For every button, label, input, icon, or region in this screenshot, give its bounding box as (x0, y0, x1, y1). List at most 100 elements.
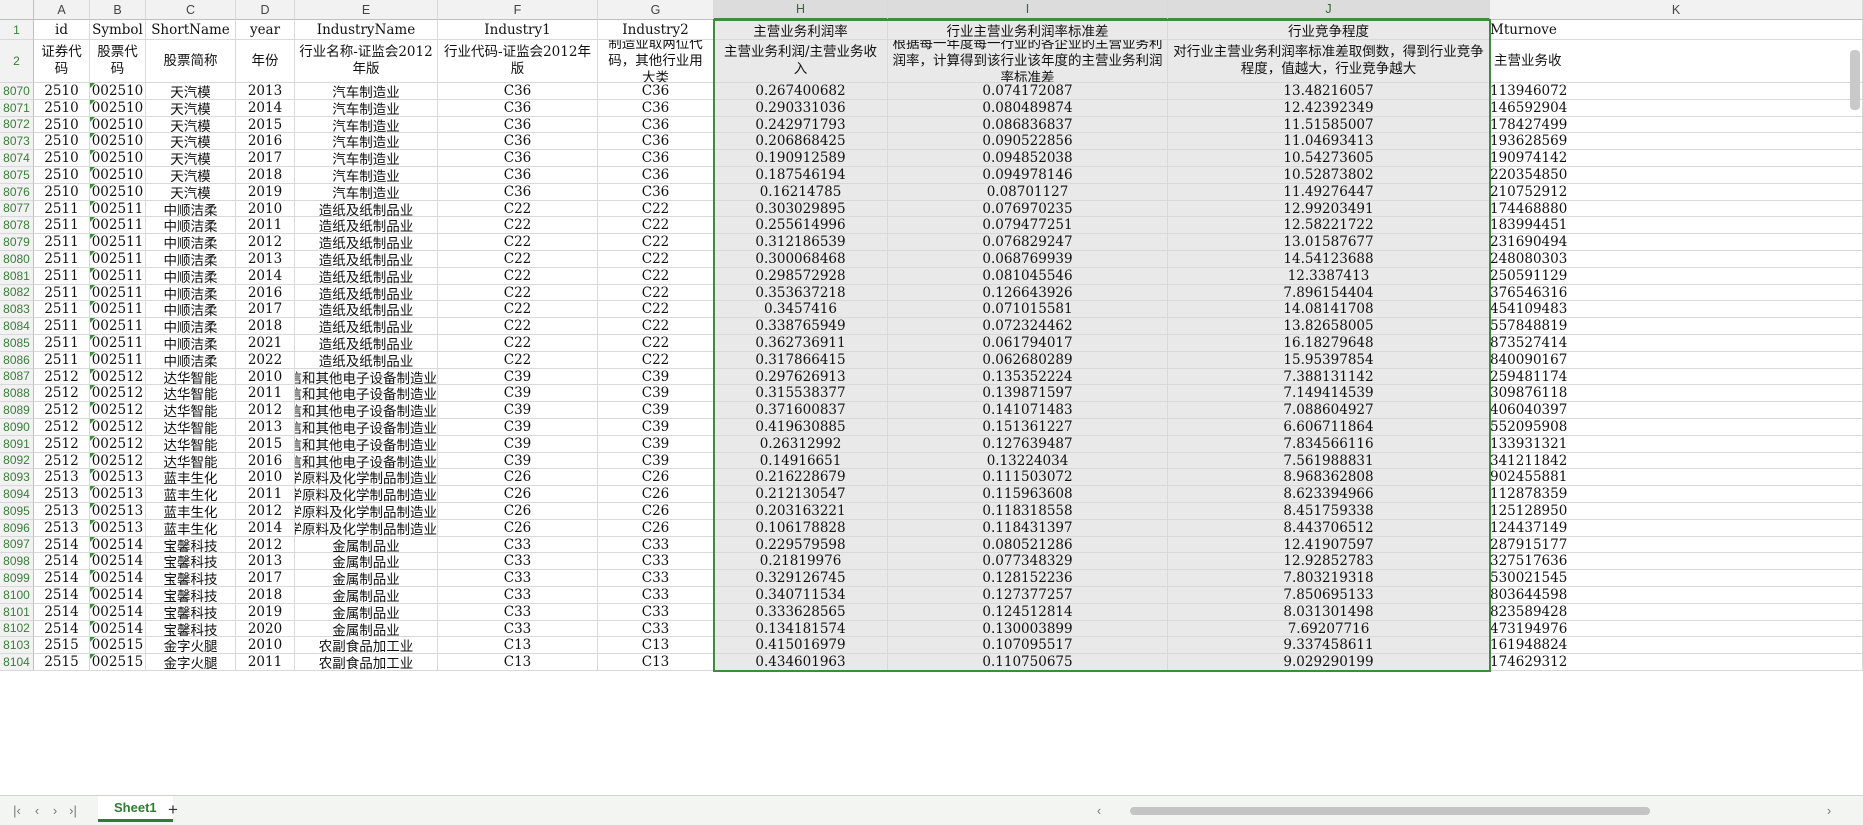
data-cell-h[interactable]: 0.190912589 (714, 150, 888, 167)
field-description-cell[interactable]: 股票代码 (90, 40, 146, 83)
data-cell-e[interactable]: 造纸及纸制品业 (295, 234, 438, 251)
data-cell-b[interactable]: 002514 (90, 536, 146, 554)
data-cell-k[interactable]: 287915177 (1490, 536, 1863, 554)
data-cell-i[interactable]: 0.118318558 (888, 503, 1168, 520)
data-cell-h[interactable]: 0.300068468 (714, 251, 888, 268)
data-cell-i[interactable]: 0.107095517 (888, 637, 1168, 655)
data-cell-i[interactable]: 0.068769939 (888, 251, 1168, 268)
data-cell-k[interactable]: 174468880 (1490, 200, 1863, 218)
data-cell-j[interactable]: 16.18279648 (1168, 335, 1490, 352)
data-cell-h[interactable]: 0.312186539 (714, 234, 888, 251)
data-cell-a[interactable]: 2511 (34, 217, 90, 235)
data-cell-d[interactable]: 2012 (236, 503, 295, 520)
field-name-cell[interactable]: 行业主营业务利润率标准差 (888, 20, 1168, 40)
data-cell-c[interactable]: 天汽模 (146, 99, 236, 117)
data-cell-g[interactable]: C39 (598, 435, 714, 453)
data-cell-b[interactable]: 002511 (90, 267, 146, 285)
row-header[interactable]: 8090 (0, 419, 34, 436)
data-cell-d[interactable]: 2018 (236, 167, 295, 184)
data-cell-b[interactable]: 002514 (90, 587, 146, 604)
data-cell-c[interactable]: 达华智能 (146, 368, 236, 386)
row-header[interactable]: 8072 (0, 116, 34, 134)
column-header-c[interactable]: C (146, 0, 236, 20)
data-cell-d[interactable]: 2011 (236, 385, 295, 403)
data-cell-c[interactable]: 中顺洁柔 (146, 267, 236, 285)
data-cell-b[interactable]: 002511 (90, 234, 146, 251)
data-cell-d[interactable]: 2011 (236, 217, 295, 235)
data-cell-k[interactable]: 124437149 (1490, 519, 1863, 537)
data-cell-g[interactable]: C26 (598, 519, 714, 537)
data-cell-a[interactable]: 2513 (34, 503, 90, 520)
field-name-cell[interactable]: ShortName (146, 20, 236, 40)
data-cell-j[interactable]: 8.031301498 (1168, 603, 1490, 621)
data-cell-c[interactable]: 蓝丰生化 (146, 486, 236, 503)
data-cell-i[interactable]: 0.076970235 (888, 200, 1168, 218)
data-cell-d[interactable]: 2010 (236, 637, 295, 655)
data-cell-h[interactable]: 0.21819976 (714, 553, 888, 571)
data-cell-d[interactable]: 2013 (236, 83, 295, 100)
data-cell-b[interactable]: 002511 (90, 335, 146, 352)
data-cell-h[interactable]: 0.26312992 (714, 435, 888, 453)
field-description-cell[interactable]: 根据每一年度每一行业的各企业的主营业务利润率，计算得到该行业该年度的主营业务利润… (888, 40, 1168, 83)
data-cell-f[interactable]: C33 (438, 603, 598, 621)
data-cell-e[interactable]: 化学原料及化学制品制造业 (295, 469, 438, 487)
data-cell-j[interactable]: 7.149414539 (1168, 385, 1490, 403)
data-cell-e[interactable]: 计算机、通信和其他电子设备制造业 (295, 452, 438, 470)
field-description-cell[interactable]: 对行业主营业务利润率标准差取倒数，得到行业竞争程度，值越大，行业竞争越大 (1168, 40, 1490, 83)
data-cell-c[interactable]: 金字火腿 (146, 654, 236, 671)
data-cell-b[interactable]: 002515 (90, 654, 146, 671)
data-cell-g[interactable]: C22 (598, 301, 714, 319)
data-cell-i[interactable]: 0.128152236 (888, 570, 1168, 587)
data-cell-e[interactable]: 计算机、通信和其他电子设备制造业 (295, 435, 438, 453)
data-cell-g[interactable]: C22 (598, 318, 714, 335)
data-cell-a[interactable]: 2513 (34, 469, 90, 487)
data-cell-g[interactable]: C33 (598, 536, 714, 554)
data-cell-i[interactable]: 0.127639487 (888, 435, 1168, 453)
data-cell-g[interactable]: C22 (598, 217, 714, 235)
data-cell-a[interactable]: 2514 (34, 603, 90, 621)
data-cell-i[interactable]: 0.077348329 (888, 553, 1168, 571)
data-cell-b[interactable]: 002513 (90, 503, 146, 520)
data-cell-g[interactable]: C36 (598, 167, 714, 184)
field-description-cell[interactable]: 制造业取两位代码，其他行业用大类 (598, 40, 714, 83)
row-header[interactable]: 8075 (0, 167, 34, 184)
data-cell-d[interactable]: 2017 (236, 570, 295, 587)
data-cell-f[interactable]: C39 (438, 452, 598, 470)
data-cell-f[interactable]: C39 (438, 435, 598, 453)
data-cell-i[interactable]: 0.139871597 (888, 385, 1168, 403)
data-cell-b[interactable]: 002510 (90, 150, 146, 167)
data-cell-a[interactable]: 2511 (34, 267, 90, 285)
data-cell-i[interactable]: 0.124512814 (888, 603, 1168, 621)
data-cell-e[interactable]: 造纸及纸制品业 (295, 251, 438, 268)
field-name-cell[interactable]: Mturnove (1490, 20, 1863, 40)
data-cell-j[interactable]: 12.3387413 (1168, 267, 1490, 285)
data-cell-k[interactable]: 473194976 (1490, 620, 1863, 638)
data-cell-f[interactable]: C22 (438, 251, 598, 268)
data-cell-a[interactable]: 2510 (34, 133, 90, 151)
data-cell-d[interactable]: 2013 (236, 419, 295, 436)
data-cell-j[interactable]: 7.561988831 (1168, 452, 1490, 470)
data-cell-b[interactable]: 002510 (90, 83, 146, 100)
add-sheet-icon[interactable]: + (168, 800, 178, 820)
data-cell-g[interactable]: C33 (598, 587, 714, 604)
row-header[interactable]: 8092 (0, 452, 34, 470)
data-cell-i[interactable]: 0.074172087 (888, 83, 1168, 100)
column-header-h[interactable]: H (714, 0, 888, 20)
data-cell-c[interactable]: 中顺洁柔 (146, 200, 236, 218)
data-cell-c[interactable]: 蓝丰生化 (146, 469, 236, 487)
data-cell-f[interactable]: C22 (438, 351, 598, 369)
data-cell-h[interactable]: 0.242971793 (714, 116, 888, 134)
data-cell-k[interactable]: 220354850 (1490, 167, 1863, 184)
data-cell-j[interactable]: 7.388131142 (1168, 368, 1490, 386)
data-cell-j[interactable]: 12.92852783 (1168, 553, 1490, 571)
data-cell-d[interactable]: 2019 (236, 183, 295, 201)
data-cell-f[interactable]: C26 (438, 503, 598, 520)
data-cell-k[interactable]: 823589428 (1490, 603, 1863, 621)
data-cell-f[interactable]: C26 (438, 469, 598, 487)
data-cell-a[interactable]: 2510 (34, 183, 90, 201)
data-cell-b[interactable]: 002512 (90, 435, 146, 453)
data-cell-d[interactable]: 2013 (236, 251, 295, 268)
data-cell-b[interactable]: 002511 (90, 351, 146, 369)
data-cell-b[interactable]: 002513 (90, 469, 146, 487)
data-cell-d[interactable]: 2014 (236, 267, 295, 285)
